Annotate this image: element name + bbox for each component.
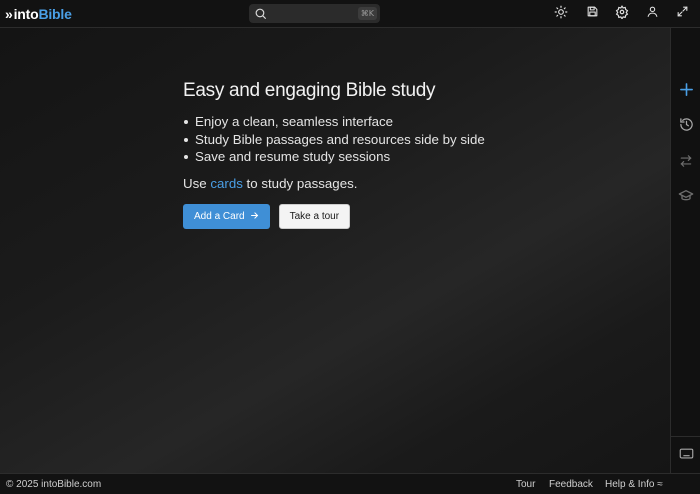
save-icon	[586, 5, 599, 23]
add-card-rail-button[interactable]	[676, 82, 696, 102]
app-logo[interactable]: »intoBible	[5, 6, 72, 22]
user-icon	[646, 5, 659, 23]
list-item: Save and resume study sessions	[184, 148, 523, 166]
account-button[interactable]	[643, 5, 661, 23]
fullscreen-button[interactable]	[673, 5, 691, 23]
swap-icon	[679, 154, 693, 173]
welcome-panel: Easy and engaging Bible study Enjoy a cl…	[183, 80, 523, 230]
cards-hint: Use cards to study passages.	[183, 176, 523, 191]
save-button[interactable]	[583, 5, 601, 23]
footer-feedback-link[interactable]: Feedback	[549, 479, 593, 490]
add-card-button[interactable]: Add a Card	[183, 204, 270, 230]
history-button[interactable]	[676, 117, 696, 137]
cards-link[interactable]: cards	[210, 176, 243, 191]
rail-divider	[671, 436, 700, 437]
search-icon	[254, 7, 267, 25]
logo-text-bible: Bible	[38, 6, 72, 22]
theme-sun-icon	[554, 5, 568, 24]
expand-icon	[676, 5, 689, 23]
search-input[interactable]: ⌘K	[249, 4, 380, 23]
swap-button[interactable]	[676, 153, 696, 173]
footer-help-link[interactable]: Help & Info ≈	[605, 479, 663, 490]
right-sidebar	[670, 28, 700, 473]
add-card-label: Add a Card	[194, 211, 245, 223]
main-area: Easy and engaging Bible study Enjoy a cl…	[0, 28, 670, 473]
page-title: Easy and engaging Bible study	[183, 80, 436, 101]
footer-tour-link[interactable]: Tour	[516, 479, 535, 490]
graduation-cap-icon	[678, 188, 694, 209]
take-tour-button[interactable]: Take a tour	[278, 204, 351, 230]
keyboard-shortcuts-button[interactable]	[676, 446, 696, 466]
top-bar: »intoBible ⌘K	[0, 0, 700, 28]
logo-text-into: into	[13, 6, 39, 22]
settings-gear-icon	[615, 4, 629, 24]
plus-icon	[679, 82, 694, 102]
logo-chevrons: »	[5, 6, 13, 22]
cards-hint-suffix: to study passages.	[242, 176, 358, 192]
copyright-text: © 2025 intoBible.com	[6, 479, 102, 490]
footer: © 2025 intoBible.com Tour Feedback Help …	[0, 473, 700, 494]
history-icon	[679, 117, 694, 137]
study-button[interactable]	[676, 188, 696, 208]
settings-button[interactable]	[613, 4, 631, 24]
keyboard-icon	[679, 446, 694, 466]
action-buttons: Add a Card Take a tour	[183, 204, 523, 230]
list-item: Study Bible passages and resources side …	[184, 131, 523, 149]
cards-hint-prefix: Use	[183, 176, 211, 192]
list-item: Enjoy a clean, seamless interface	[184, 113, 523, 131]
arrow-right-icon	[250, 211, 259, 223]
search-shortcut-badge: ⌘K	[357, 7, 377, 20]
theme-toggle-button[interactable]	[552, 5, 570, 23]
feature-list: Enjoy a clean, seamless interface Study …	[183, 113, 523, 166]
